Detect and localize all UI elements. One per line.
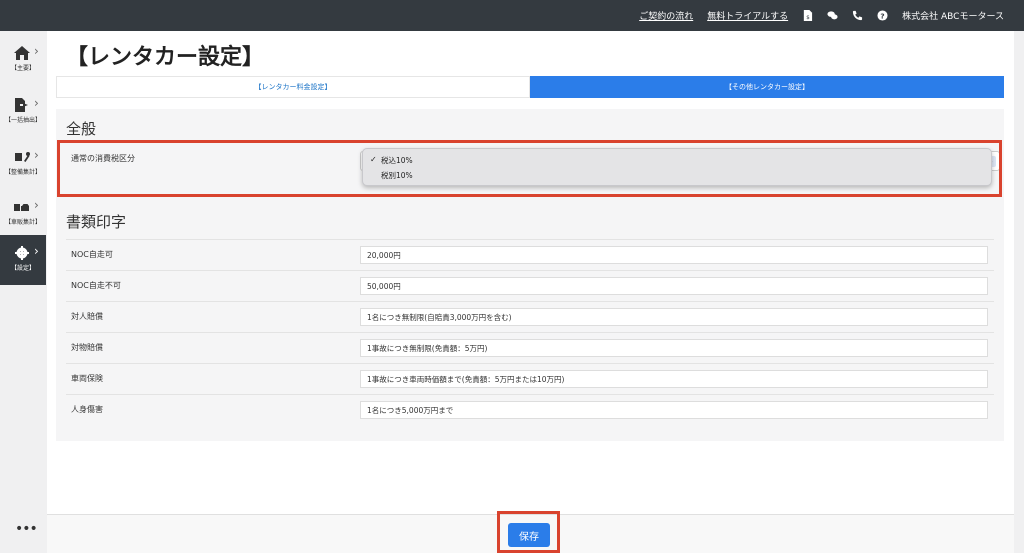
chevron-right-icon: ›	[34, 96, 39, 110]
sidebar-item-label: 【主要】	[10, 65, 35, 72]
tools-icon	[14, 149, 30, 163]
row-label: 対物賠償	[71, 343, 103, 352]
free-trial-link[interactable]: 無料トライアルする	[707, 9, 788, 22]
sidebar: › 【主要】 › 【一括抽出】 › 【整備集計】 › 【車販集計】 › 【設定】…	[0, 31, 46, 553]
row-label: 車両保険	[71, 374, 103, 383]
sidebar-item-main[interactable]: › 【主要】	[0, 35, 46, 85]
svg-text:?: ?	[880, 11, 884, 20]
main-panel: 【レンタカー設定】 【レンタカー料金設定】 【その他レンタカー設定】 全般 通常…	[47, 31, 1014, 553]
scrollbar-track[interactable]	[1014, 31, 1024, 553]
table-row: 車両保険 1事故につき車両時価額まで(免責額：5万円または10万円)	[66, 363, 994, 394]
help-icon[interactable]: ?	[877, 10, 888, 21]
sidebar-item-bulk-extract[interactable]: › 【一括抽出】	[0, 87, 46, 137]
chevron-right-icon: ›	[34, 244, 39, 258]
company-name: 株式会社 ABCモータース	[902, 12, 1004, 22]
top-bar-actions: ご契約の流れ 無料トライアルする $ ? 株式会社 ABCモータース	[639, 0, 1024, 31]
table-row: NOC自走不可 50,000円	[66, 270, 994, 301]
file-export-icon	[14, 97, 30, 112]
document-yen-icon[interactable]: $	[802, 10, 813, 21]
chevron-right-icon: ›	[34, 44, 39, 58]
property-liability-input[interactable]: 1事故につき無制限(免責額：5万円)	[360, 339, 988, 357]
section-title-documents: 書類印字	[66, 213, 127, 231]
highlight-frame-save	[497, 511, 560, 553]
page-title: 【レンタカー設定】	[66, 44, 265, 70]
row-label: 人身傷害	[71, 405, 103, 414]
gear-icon	[14, 245, 30, 260]
table-row: 対物賠償 1事故につき無制限(免責額：5万円)	[66, 332, 994, 363]
tab-rental-fee-settings[interactable]: 【レンタカー料金設定】	[56, 76, 530, 98]
table-row: NOC自走可 20,000円	[66, 239, 994, 270]
row-label: 対人賠償	[71, 312, 103, 321]
sidebar-item-label: 【整備集計】	[4, 169, 41, 176]
table-row: 人身傷害 1名につき5,000万円まで	[66, 394, 994, 425]
chevron-right-icon: ›	[34, 198, 39, 212]
personal-injury-input[interactable]: 1名につき5,000万円まで	[360, 401, 988, 419]
bodily-liability-input[interactable]: 1名につき無制限(自賠責3,000万円を含む)	[360, 308, 988, 326]
row-label: NOC自走不可	[71, 281, 121, 290]
home-icon	[14, 45, 30, 60]
more-icon[interactable]: •••	[15, 521, 38, 537]
sidebar-item-maintenance[interactable]: › 【整備集計】	[0, 139, 46, 189]
table-row: 対人賠償 1名につき無制限(自賠責3,000万円を含む)	[66, 301, 994, 332]
tab-other-rental-settings[interactable]: 【その他レンタカー設定】	[530, 76, 1004, 98]
sidebar-item-settings[interactable]: › 【設定】	[0, 235, 46, 285]
row-label: NOC自走可	[71, 250, 113, 259]
sidebar-item-label: 【車販集計】	[4, 219, 41, 226]
chat-icon[interactable]	[827, 10, 838, 21]
sidebar-item-label: 【設定】	[10, 265, 35, 272]
tab-bar: 【レンタカー料金設定】 【その他レンタカー設定】	[56, 76, 1004, 98]
highlight-frame-tax	[57, 140, 1002, 197]
top-bar: ご契約の流れ 無料トライアルする $ ? 株式会社 ABCモータース	[0, 0, 1024, 31]
sidebar-item-label: 【一括抽出】	[4, 117, 41, 124]
noc-non-drivable-input[interactable]: 50,000円	[360, 277, 988, 295]
section-title-general: 全般	[66, 120, 97, 138]
contract-flow-link[interactable]: ご契約の流れ	[639, 9, 693, 22]
phone-icon[interactable]	[852, 10, 863, 21]
vehicle-insurance-input[interactable]: 1事故につき車両時価額まで(免責額：5万円または10万円)	[360, 370, 988, 388]
noc-drivable-input[interactable]: 20,000円	[360, 246, 988, 264]
svg-text:$: $	[806, 15, 810, 21]
sidebar-item-car-sales[interactable]: › 【車販集計】	[0, 189, 46, 239]
chevron-right-icon: ›	[34, 148, 39, 162]
car-icon	[14, 199, 30, 213]
